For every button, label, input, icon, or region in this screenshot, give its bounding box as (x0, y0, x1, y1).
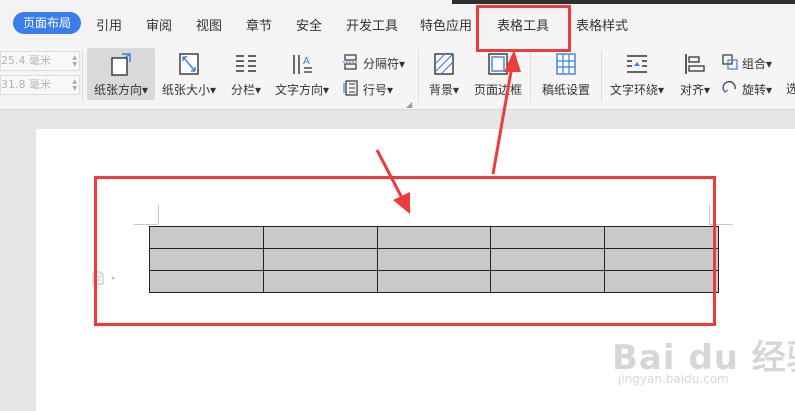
baidu-watermark: Bai du 经验 jingyan.baidu.com (612, 330, 795, 390)
arrow-head-icon (504, 50, 521, 72)
watermark-url: jingyan.baidu.com (618, 372, 729, 386)
arrow-to-table (375, 149, 404, 199)
arrow-to-table-tools (491, 65, 514, 175)
